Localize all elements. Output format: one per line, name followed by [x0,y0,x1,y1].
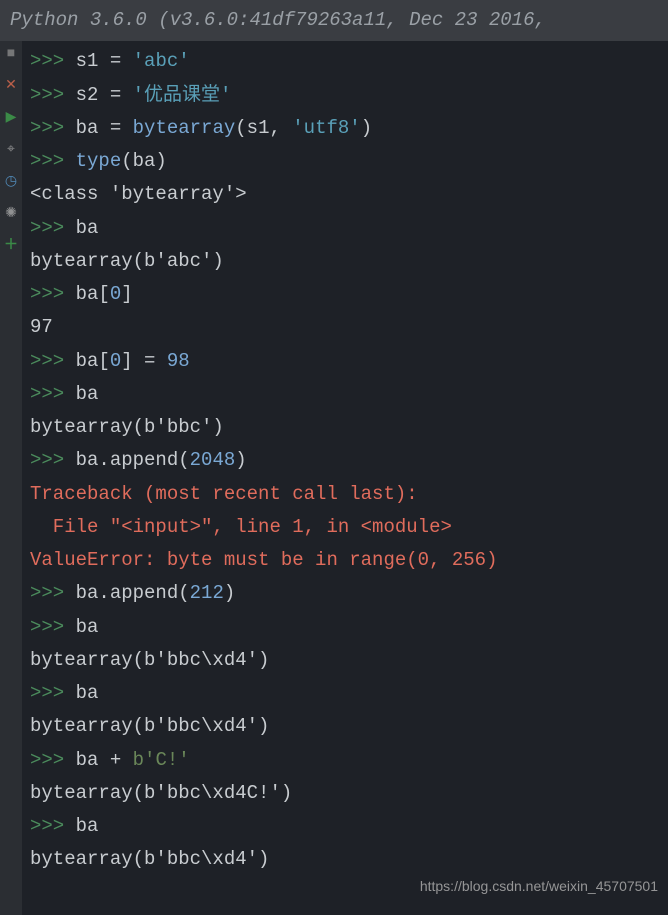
token-out: bytearray(b'bbc\xd4') [30,649,269,671]
token-bstr: b'C!' [133,749,190,771]
repl-input-line: >>> ba = bytearray(s1, 'utf8') [30,112,662,145]
clock-icon[interactable]: ◷ [4,175,18,189]
token-plain: ba [76,616,99,638]
repl-input-line: >>> type(ba) [30,145,662,178]
prompt: >>> [30,84,76,106]
repl-input-line: >>> ba [30,677,662,710]
prompt: >>> [30,117,76,139]
token-out: bytearray(b'bbc\xd4') [30,715,269,737]
repl-output-line: bytearray(b'abc') [30,245,662,278]
repl-output-line: bytearray(b'bbc\xd4') [30,710,662,743]
token-func: type [76,150,122,172]
token-op: = [110,117,133,139]
repl-input-line: >>> ba[0] = 98 [30,345,662,378]
plus-icon[interactable]: ＋ [4,239,18,253]
prompt: >>> [30,283,76,305]
token-num: 2048 [190,449,236,471]
repl-output-line: bytearray(b'bbc') [30,411,662,444]
repl-error-line: ValueError: byte must be in range(0, 256… [30,544,662,577]
token-plain: ba [76,117,110,139]
token-num: 0 [110,283,121,305]
prompt: >>> [30,449,76,471]
token-out: bytearray(b'bbc\xd4') [30,848,269,870]
token-num: 0 [110,350,121,372]
repl-input-line: >>> ba + b'C!' [30,744,662,777]
token-plain: s1 [76,50,110,72]
token-plain: ba [76,749,110,771]
token-out: bytearray(b'bbc\xd4C!') [30,782,292,804]
token-plain: ba[ [76,283,110,305]
repl-output-line: 97 [30,311,662,344]
token-str: 'abc' [133,50,190,72]
token-func: bytearray [133,117,236,139]
token-num: 98 [167,350,190,372]
prompt: >>> [30,50,76,72]
prompt: >>> [30,350,76,372]
token-out: 97 [30,316,53,338]
gutter-toolbar: ■ ✕ ▶ ⌖ ◷ ✺ ＋ [0,41,22,915]
token-out: bytearray(b'abc') [30,250,224,272]
token-err: Traceback (most recent call last): [30,483,418,505]
repl-error-line: Traceback (most recent call last): [30,478,662,511]
token-plain: ba [76,682,99,704]
repl-output[interactable]: >>> s1 = 'abc'>>> s2 = '优品课堂'>>> ba = by… [22,41,668,915]
repl-input-line: >>> ba[0] [30,278,662,311]
token-plain: ) [224,582,235,604]
prompt: >>> [30,749,76,771]
token-plain: ba [76,217,99,239]
token-plain: (s1, [235,117,292,139]
token-plain: ) [235,449,246,471]
token-op: = [110,84,133,106]
repl-input-line: >>> ba [30,378,662,411]
bug-icon[interactable]: ✺ [4,207,18,221]
repl-input-line: >>> ba [30,212,662,245]
token-str: 'utf8' [292,117,360,139]
main-area: ■ ✕ ▶ ⌖ ◷ ✺ ＋ >>> s1 = 'abc'>>> s2 = '优品… [0,41,668,915]
repl-input-line: >>> s2 = '优品课堂' [30,79,662,112]
repl-output-line: bytearray(b'bbc\xd4') [30,644,662,677]
prompt: >>> [30,383,76,405]
prompt: >>> [30,150,76,172]
repl-input-line: >>> s1 = 'abc' [30,45,662,78]
tool-icon[interactable]: ⌖ [4,143,18,157]
watermark-text: https://blog.csdn.net/weixin_45707501 [420,874,658,899]
repl-error-line: File "<input>", line 1, in <module> [30,511,662,544]
token-plain: ] [121,350,144,372]
token-plain: (ba) [121,150,167,172]
token-op: = [110,50,133,72]
prompt: >>> [30,815,76,837]
token-op: + [110,749,133,771]
token-num: 212 [190,582,224,604]
repl-input-line: >>> ba.append(2048) [30,444,662,477]
prompt: >>> [30,582,76,604]
repl-input-line: >>> ba [30,611,662,644]
token-str: '优品课堂' [133,84,232,106]
token-plain: ba [76,815,99,837]
repl-input-line: >>> ba.append(212) [30,577,662,610]
token-plain: ba.append( [76,582,190,604]
repl-output-line: bytearray(b'bbc\xd4') [30,843,662,876]
token-out: bytearray(b'bbc') [30,416,224,438]
prompt: >>> [30,682,76,704]
token-err: File "<input>", line 1, in <module> [30,516,452,538]
token-plain: ] [121,283,132,305]
title-bar: Python 3.6.0 (v3.6.0:41df79263a11, Dec 2… [0,0,668,41]
repl-input-line: >>> ba [30,810,662,843]
play-icon[interactable]: ▶ [4,111,18,125]
token-plain: s2 [76,84,110,106]
token-plain: ba.append( [76,449,190,471]
token-out: <class 'bytearray'> [30,183,247,205]
token-plain: ba[ [76,350,110,372]
close-icon[interactable]: ✕ [4,79,18,93]
token-plain: ba [76,383,99,405]
square-icon[interactable]: ■ [4,47,18,61]
token-err: ValueError: byte must be in range(0, 256… [30,549,497,571]
token-plain: ) [361,117,372,139]
repl-output-line: <class 'bytearray'> [30,178,662,211]
repl-output-line: bytearray(b'bbc\xd4C!') [30,777,662,810]
prompt: >>> [30,616,76,638]
token-op: = [144,350,167,372]
prompt: >>> [30,217,76,239]
